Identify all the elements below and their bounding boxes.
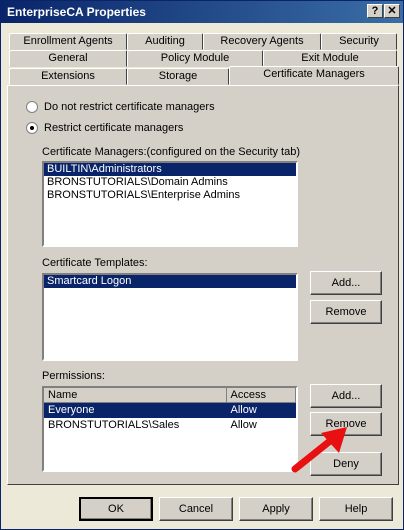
- tab-enrollment-agents[interactable]: Enrollment Agents: [9, 33, 127, 50]
- tab-general[interactable]: General: [9, 50, 127, 67]
- title-bar[interactable]: EnterpriseCA Properties ? ✕: [1, 1, 403, 23]
- cancel-button[interactable]: Cancel: [159, 497, 233, 521]
- permissions-label: Permissions:: [42, 370, 105, 382]
- column-access-header[interactable]: Access: [227, 388, 296, 402]
- table-row[interactable]: BRONSTUTORIALS\Sales Allow: [44, 418, 296, 433]
- permission-access: Allow: [230, 404, 257, 416]
- apply-button[interactable]: Apply: [239, 497, 313, 521]
- permission-access: Allow: [230, 419, 257, 431]
- radio-checked-icon: [26, 122, 38, 134]
- close-button[interactable]: ✕: [384, 4, 400, 18]
- templates-remove-button[interactable]: Remove: [310, 300, 382, 324]
- properties-dialog: EnterpriseCA Properties ? ✕ Enrollment A…: [0, 0, 404, 530]
- list-item[interactable]: BUILTIN\Administrators: [44, 163, 296, 176]
- tab-policy-module[interactable]: Policy Module: [127, 50, 263, 67]
- templates-add-button[interactable]: Add...: [310, 271, 382, 295]
- managers-list[interactable]: BUILTIN\Administrators BRONSTUTORIALS\Do…: [42, 161, 298, 247]
- help-button[interactable]: ?: [367, 4, 383, 18]
- permission-name: BRONSTUTORIALS\Sales: [48, 419, 180, 431]
- table-row[interactable]: Everyone Allow: [44, 403, 296, 418]
- permissions-add-button[interactable]: Add...: [310, 384, 382, 408]
- red-arrow-icon: [291, 427, 347, 473]
- templates-list[interactable]: Smartcard Logon: [42, 273, 298, 361]
- tab-certificate-managers[interactable]: Certificate Managers: [229, 66, 399, 85]
- radio-restrict[interactable]: Restrict certificate managers: [26, 121, 183, 135]
- tab-extensions[interactable]: Extensions: [9, 68, 127, 85]
- managers-label: Certificate Managers:(configured on the …: [42, 146, 301, 158]
- help-footer-button[interactable]: Help: [319, 497, 393, 521]
- permissions-header: Name Access: [44, 388, 296, 403]
- window-title: EnterpriseCA Properties: [7, 5, 146, 19]
- radio-label-restricted: Restrict certificate managers: [44, 122, 184, 134]
- column-name-header[interactable]: Name: [44, 388, 227, 402]
- ok-button[interactable]: OK: [79, 497, 153, 521]
- permission-name: Everyone: [48, 404, 95, 416]
- radio-label-unrestricted: Do not restrict certificate managers: [44, 101, 215, 113]
- templates-label: Certificate Templates:: [42, 257, 148, 269]
- tab-exit-module[interactable]: Exit Module: [263, 50, 397, 67]
- list-item[interactable]: Smartcard Logon: [44, 275, 296, 288]
- radio-do-not-restrict[interactable]: Do not restrict certificate managers: [26, 100, 215, 114]
- list-item[interactable]: BRONSTUTORIALS\Domain Admins: [44, 176, 296, 189]
- tab-auditing[interactable]: Auditing: [127, 33, 203, 50]
- permissions-table[interactable]: Name Access Everyone Allow BRONSTUTORIAL…: [42, 386, 298, 472]
- tab-security[interactable]: Security: [321, 33, 397, 50]
- tab-storage[interactable]: Storage: [127, 68, 229, 85]
- list-item[interactable]: BRONSTUTORIALS\Enterprise Admins: [44, 189, 296, 202]
- radio-unchecked-icon: [26, 101, 38, 113]
- tab-recovery-agents[interactable]: Recovery Agents: [203, 33, 321, 50]
